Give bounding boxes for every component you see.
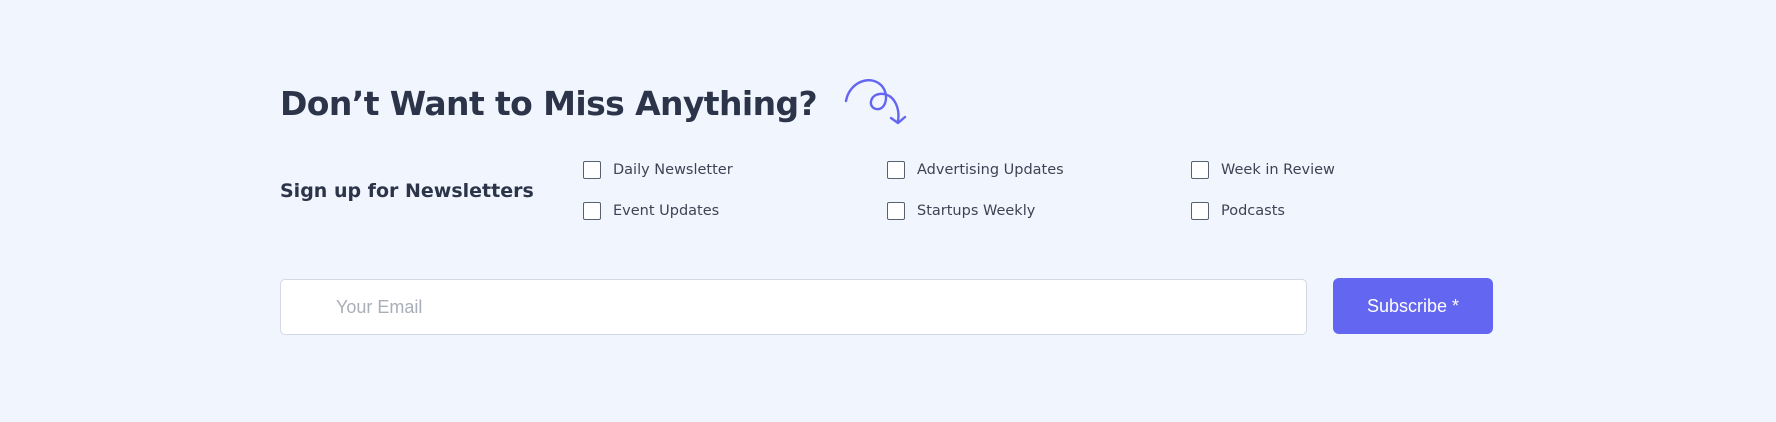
option-label: Advertising Updates — [917, 162, 1064, 178]
option-label: Podcasts — [1221, 203, 1285, 219]
squiggle-arrow-icon — [844, 79, 907, 125]
option-label: Daily Newsletter — [613, 162, 733, 178]
checkbox[interactable] — [583, 202, 601, 220]
email-field[interactable] — [280, 279, 1307, 335]
checkbox[interactable] — [887, 202, 905, 220]
subscribe-button[interactable]: Subscribe * — [1333, 278, 1493, 334]
checkbox[interactable] — [887, 161, 905, 179]
checkbox[interactable] — [1191, 161, 1209, 179]
option-week-in-review[interactable]: Week in Review — [1191, 159, 1403, 181]
checkbox[interactable] — [583, 161, 601, 179]
checkbox[interactable] — [1191, 202, 1209, 220]
option-event-updates[interactable]: Event Updates — [583, 200, 887, 222]
signup-label: Sign up for Newsletters — [280, 180, 534, 202]
option-label: Week in Review — [1221, 162, 1335, 178]
newsletter-options: Daily Newsletter Advertising Updates Wee… — [583, 159, 1403, 241]
option-label: Event Updates — [613, 203, 720, 219]
option-podcasts[interactable]: Podcasts — [1191, 200, 1403, 222]
option-label: Startups Weekly — [917, 203, 1036, 219]
option-daily-newsletter[interactable]: Daily Newsletter — [583, 159, 887, 181]
option-startups-weekly[interactable]: Startups Weekly — [887, 200, 1191, 222]
page-title: Don’t Want to Miss Anything? — [280, 84, 818, 123]
newsletter-header: Don’t Want to Miss Anything? — [280, 74, 915, 134]
option-advertising-updates[interactable]: Advertising Updates — [887, 159, 1191, 181]
